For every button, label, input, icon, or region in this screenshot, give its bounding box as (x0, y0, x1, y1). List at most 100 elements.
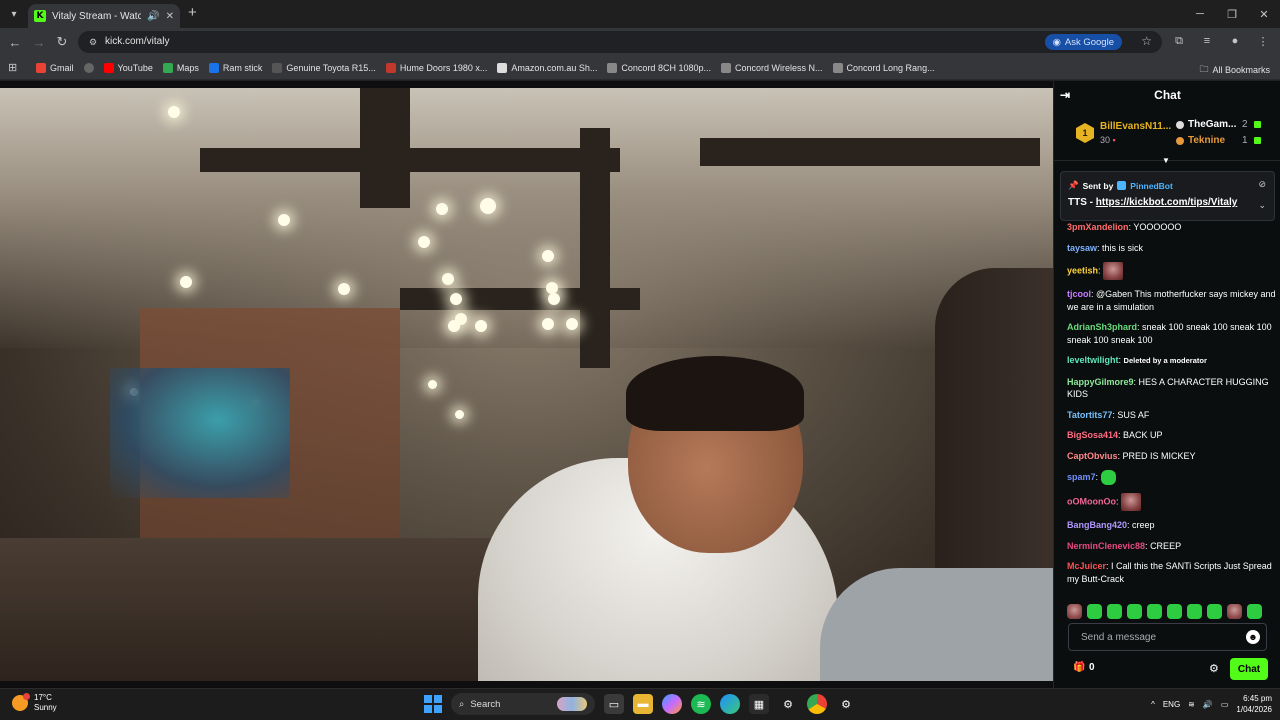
spotify-icon[interactable]: ≋ (691, 694, 711, 714)
profile-avatar[interactable]: ● (1226, 32, 1244, 50)
bookmark-gmail[interactable]: Gmail (36, 62, 74, 73)
leaderboard-toggle-icon[interactable]: ▼ (1162, 156, 1170, 165)
chat-username[interactable]: McJuicer (1067, 561, 1106, 571)
video-player[interactable] (0, 88, 1053, 681)
copilot-icon[interactable] (662, 694, 682, 714)
site-info-icon[interactable]: ⚙ (86, 35, 100, 49)
all-bookmarks-button[interactable]: 🗀 All Bookmarks (1199, 62, 1270, 78)
new-tab-button[interactable]: + (188, 5, 197, 21)
extensions-icon[interactable]: ⧉ (1170, 32, 1188, 50)
globe-icon (83, 62, 94, 73)
chat-username[interactable]: Tatortits77 (1067, 410, 1112, 420)
bookmark-concord-wireless[interactable]: Concord Wireless N... (720, 62, 823, 73)
chat-username[interactable]: CaptObvius (1067, 451, 1118, 461)
emote-icon[interactable] (1227, 603, 1242, 619)
apps-grid-icon[interactable]: ⊞ (8, 61, 22, 74)
task-view-icon[interactable]: ▭ (604, 694, 624, 714)
pinned-link[interactable]: https://kickbot.com/tips/Vitaly (1096, 197, 1238, 208)
forward-button[interactable]: → (30, 33, 48, 51)
bookmark-label: Maps (176, 62, 199, 73)
close-window-button[interactable]: ✕ (1248, 0, 1280, 28)
bookmark-star-icon[interactable]: ☆ (1141, 34, 1152, 48)
emote-face-icon[interactable] (1103, 262, 1124, 280)
menu-icon[interactable]: ⋮ (1254, 32, 1272, 50)
leader-name[interactable]: TheGam... (1188, 119, 1236, 130)
bookmark-maps[interactable]: Maps (162, 62, 199, 73)
wifi-icon[interactable]: ≋ (1188, 700, 1195, 709)
chat-username[interactable]: HappyGilmore9 (1067, 377, 1134, 387)
bookmark-concord-8ch[interactable]: Concord 8CH 1080p... (607, 62, 711, 73)
back-button[interactable]: ← (6, 33, 24, 51)
emote-icon[interactable] (1187, 603, 1202, 619)
emote-icon[interactable] (1127, 603, 1142, 619)
chat-username[interactable]: taysaw (1067, 243, 1097, 253)
windows-start-icon[interactable] (424, 695, 442, 713)
ask-google-button[interactable]: ◉ Ask Google (1044, 34, 1122, 50)
weather-widget[interactable]: 17°C Sunny (12, 693, 57, 713)
pinned-bot-name[interactable]: PinnedBot (1130, 181, 1173, 191)
chat-username[interactable]: leveltwilight (1067, 355, 1119, 365)
emoji-icon[interactable]: ☻ (1246, 630, 1260, 644)
address-bar[interactable]: ⚙ kick.com/vitaly ◉ Ask Google ☆ (78, 31, 1162, 53)
kick-favicon-icon: K (34, 10, 46, 22)
language-indicator[interactable]: ENG (1163, 700, 1180, 709)
gift-sub-icon[interactable]: 🎁 (1073, 662, 1085, 673)
tray-overflow-icon[interactable]: ^ (1151, 700, 1155, 709)
chat-username[interactable]: BangBang420 (1067, 520, 1127, 530)
settings-app-icon[interactable]: ⚙ (778, 694, 798, 714)
bookmark-youtube[interactable]: YouTube (103, 62, 153, 73)
chat-username[interactable]: yeetish (1067, 265, 1098, 275)
clock[interactable]: 6:45 pm 1/04/2026 (1236, 693, 1272, 715)
emote-icon[interactable] (1167, 603, 1182, 619)
emote-face-icon[interactable] (1121, 493, 1142, 511)
hide-pinned-icon[interactable]: ⊘ (1258, 179, 1266, 190)
chat-username[interactable]: 3pmXandelion (1067, 222, 1129, 232)
tab-active[interactable]: K Vitaly Stream - Watch Live 🔊 ✕ (28, 4, 180, 28)
reload-button[interactable]: ↻ (53, 33, 71, 51)
windows-taskbar: 17°C Sunny ⌕ Search ▭ ▬ ≋ ▦ ⚙ ⚙ ^ ENG ≋ 🔊 … (0, 688, 1280, 720)
emote-icon[interactable] (1107, 603, 1122, 619)
search-highlight-icon (557, 697, 587, 711)
emote-icon[interactable] (1147, 603, 1162, 619)
emote-icon[interactable] (1207, 603, 1222, 619)
store-icon[interactable]: ▦ (749, 694, 769, 714)
chat-username[interactable]: NerminClenevic88 (1067, 541, 1145, 551)
speaker-icon[interactable]: 🔊 (147, 11, 159, 22)
minimize-button[interactable]: ─ (1184, 0, 1216, 28)
restore-button[interactable]: ❐ (1216, 0, 1248, 28)
bookmark-hume[interactable]: Hume Doors 1980 x... (385, 62, 487, 73)
chrome-icon[interactable] (807, 694, 827, 714)
media-control-icon[interactable]: ≡ (1198, 32, 1216, 50)
file-explorer-icon[interactable]: ▬ (633, 694, 653, 714)
taskbar-search[interactable]: ⌕ Search (451, 693, 595, 715)
bookmark-toyota[interactable]: Genuine Toyota R15... (272, 62, 376, 73)
send-chat-button[interactable]: Chat (1230, 658, 1268, 680)
chevron-down-icon[interactable]: ⌄ (1258, 200, 1266, 211)
chat-username[interactable]: tjcool (1067, 289, 1091, 299)
app-with-badge-icon[interactable]: ⚙ (836, 694, 856, 714)
close-tab-icon[interactable]: ✕ (166, 11, 174, 22)
bookmark-ram-stick[interactable]: Ram stick (208, 62, 262, 73)
url-text[interactable]: kick.com/vitaly (105, 36, 169, 47)
collapse-chat-icon[interactable]: ⇥ (1060, 88, 1070, 102)
battery-icon[interactable]: ▭ (1221, 700, 1229, 709)
emote-green-icon[interactable] (1100, 470, 1116, 485)
bookmark-generic[interactable] (83, 62, 94, 73)
emote-icon[interactable] (1087, 603, 1102, 619)
bookmark-concord-long[interactable]: Concord Long Rang... (832, 62, 935, 73)
edge-icon[interactable] (720, 694, 740, 714)
video-light (278, 214, 290, 226)
chat-username[interactable]: AdrianSh3phard (1067, 322, 1137, 332)
emote-icon[interactable] (1067, 603, 1082, 619)
leader-name[interactable]: BillEvansN11... (1100, 121, 1171, 132)
gear-icon[interactable]: ⚙ (1209, 662, 1219, 675)
bookmark-amazon[interactable]: Amazon.com.au Sh... (497, 62, 597, 73)
chat-username[interactable]: spam7 (1067, 472, 1096, 482)
emote-icon[interactable] (1247, 603, 1262, 619)
volume-icon[interactable]: 🔊 (1203, 700, 1213, 709)
tab-search-icon[interactable]: ▾ (4, 4, 24, 24)
chat-message-input[interactable] (1069, 624, 1244, 650)
leader-name[interactable]: Teknine (1188, 135, 1225, 146)
chat-username[interactable]: oOMoonOo (1067, 496, 1116, 506)
chat-username[interactable]: BigSosa414 (1067, 430, 1118, 440)
